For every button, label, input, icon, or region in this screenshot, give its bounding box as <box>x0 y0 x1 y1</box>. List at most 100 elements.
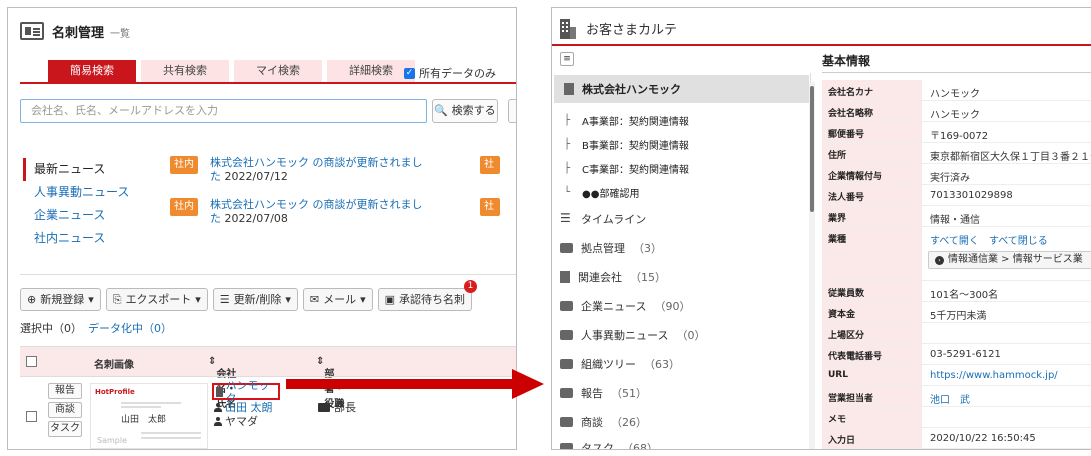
news-category-company[interactable]: 企業ニュース <box>23 204 129 227</box>
news-item: 社内 株式会社ハンモック の商談が更新されまし た 2022/07/08 社内 <box>170 198 500 230</box>
info-row: 代表電話番号 03-5291-6121 <box>822 344 1091 365</box>
news-category-latest[interactable]: 最新ニュース <box>23 158 129 181</box>
tab-my-search[interactable]: マイ検索 <box>234 60 322 82</box>
expand-collapse-links[interactable]: すべて開く すべて閉じる <box>930 232 1048 247</box>
sales-rep-link[interactable]: 池口 武 <box>930 391 970 406</box>
industry-tag[interactable]: › 情報通信業 > 情報サービス業 <box>928 251 1091 269</box>
tab-simple-search[interactable]: 簡易検索 <box>48 60 136 82</box>
new-register-button[interactable]: ⊕ 新規登録 ▾ <box>20 288 101 311</box>
info-row: 入力日 2020/10/22 16:50:45 <box>822 428 1091 449</box>
tree-item-tasks[interactable]: タスク （68） <box>560 440 658 449</box>
card-logo: HotProfile <box>95 388 135 396</box>
pending-cards-button[interactable]: ▣ 承認待ち名刺 <box>377 288 473 311</box>
info-value: 実行済み <box>930 173 970 184</box>
position-text: 部長 <box>334 401 356 414</box>
info-label: 法人番号 <box>822 185 922 205</box>
info-value: 東京都新宿区大久保１丁目３番２１号 <box>930 152 1091 163</box>
card-line <box>121 406 161 408</box>
news-link[interactable]: 株式会社ハンモック の商談が更新されまし <box>210 198 423 211</box>
business-card-icon <box>20 22 44 40</box>
info-row: 従業員数 101名～300名 <box>822 281 1091 302</box>
tree-item-deals[interactable]: 商談 （26） <box>560 414 647 430</box>
search-options-button[interactable] <box>508 99 516 123</box>
info-row: メモ <box>822 407 1091 428</box>
owned-only-checkbox[interactable]: ✓ 所有データのみ <box>404 65 496 81</box>
internal-badge-right: 社内 <box>480 156 500 188</box>
news-link-cont[interactable]: た <box>210 170 221 183</box>
id-badge-icon <box>318 402 330 412</box>
info-row: URL https://www.hammock.jp/ <box>822 365 1091 386</box>
tree-item-affiliates[interactable]: 関連会社 （15） <box>560 269 666 285</box>
tree-item-timeline[interactable]: タイムライン <box>560 211 646 227</box>
select-all-checkbox[interactable] <box>26 356 37 367</box>
digitizing-link[interactable]: データ化中（0） <box>88 322 172 335</box>
tree-item-count: （90） <box>654 300 691 313</box>
tree-item-branches[interactable]: 拠点管理 （3） <box>560 240 662 256</box>
col-dept-title[interactable]: ⇕ 部署・役職 <box>316 356 344 410</box>
row-checkbox[interactable] <box>26 411 37 422</box>
tree-sub-item[interactable]: ├ A事業部：契約関連情報 <box>564 113 689 128</box>
news-link-cont[interactable]: た <box>210 212 221 225</box>
col-company-name[interactable]: ⇕ 会社名・氏名 <box>208 356 236 410</box>
card-person-name: 山田 太郎 <box>121 415 167 425</box>
basic-info-title: 基本情報 <box>822 54 871 68</box>
position-cell: 部長 <box>318 399 356 415</box>
tree-item-count: （26） <box>611 416 647 429</box>
scrollbar-thumb[interactable] <box>810 86 814 212</box>
news-category-internal[interactable]: 社内ニュース <box>23 227 129 250</box>
tree-item-label: 関連会社 <box>578 271 622 284</box>
website-link[interactable]: https://www.hammock.jp/ <box>930 370 1058 381</box>
tree-branch: ├ <box>564 139 571 150</box>
business-card-image[interactable]: HotProfile 山田 太郎 Sample <box>90 383 208 449</box>
tree-item-count: （63） <box>644 358 680 371</box>
tree-item-label: 組織ツリー <box>581 358 636 371</box>
tree-item-company-news[interactable]: 企業ニュース （90） <box>560 298 690 314</box>
org-tree-icon <box>560 359 573 369</box>
caret-down-icon: ▾ <box>195 293 201 306</box>
checkbox-checked-icon: ✓ <box>404 67 415 79</box>
tab-detailed-search[interactable]: 詳細検索 <box>327 60 415 82</box>
pending-count-badge: 1 <box>464 280 477 293</box>
page-subtitle: 一覧 <box>110 28 131 40</box>
tree-sub-item[interactable]: ├ C事業部：契約関連情報 <box>564 161 689 176</box>
tree-sub-item[interactable]: └ ●●部確認用 <box>564 185 639 200</box>
tree-branch: ├ <box>564 115 571 126</box>
company-name-link[interactable]: ハンモック <box>212 379 280 405</box>
info-label: 従業員数 <box>822 281 922 301</box>
export-button[interactable]: ⎘ エクスポート ▾ <box>105 288 208 311</box>
update-delete-button[interactable]: ☰ 更新/削除 ▾ <box>212 288 298 311</box>
info-value: ハンモック <box>930 89 980 100</box>
mail-label: メール <box>323 293 357 306</box>
tree-item-count: （3） <box>633 242 662 255</box>
tree-sub-item[interactable]: ├ B事業部：契約関連情報 <box>564 137 689 152</box>
checkbox-icon <box>560 443 573 449</box>
search-input[interactable]: 会社名、氏名、メールアドレスを入力 <box>20 99 427 123</box>
task-button[interactable]: タスク <box>48 421 82 437</box>
tab-shared-search[interactable]: 共有検索 <box>141 60 229 82</box>
tree-item-count: （15） <box>630 271 666 284</box>
search-button[interactable]: 🔍 検索する <box>432 99 498 123</box>
info-label: 業界 <box>822 206 922 226</box>
tree-branch: └ <box>564 187 571 198</box>
tree-item-org-tree[interactable]: 組織ツリー （63） <box>560 356 680 372</box>
news-item: 社内 株式会社ハンモック の商談が更新されまし た 2022/07/12 社内 <box>170 156 500 188</box>
edit-icon <box>560 388 573 398</box>
mail-button[interactable]: ✉ メール ▾ <box>302 288 373 311</box>
menu-toggle-button[interactable]: ≡ <box>560 52 574 66</box>
tree-root-company[interactable]: 株式会社ハンモック <box>554 75 809 103</box>
news-link[interactable]: 株式会社ハンモック の商談が更新されまし <box>210 156 423 169</box>
tree-item-reports[interactable]: 報告 （51） <box>560 385 647 401</box>
divider <box>20 274 516 275</box>
tree-scrollbar[interactable] <box>809 82 815 449</box>
basic-info-divider <box>822 72 1091 73</box>
deal-button[interactable]: 商談 <box>48 402 82 418</box>
tree-sub-label: C事業部：契約関連情報 <box>582 165 689 176</box>
info-row: 会社名カナ ハンモック <box>822 80 1091 101</box>
info-value: 5千万円未満 <box>930 311 987 322</box>
news-category-personnel[interactable]: 人事異動ニュース <box>23 181 129 204</box>
tree-item-label: 商談 <box>581 416 603 429</box>
tree-item-personnel-news[interactable]: 人事異動ニュース （0） <box>560 327 705 343</box>
info-value: 〒169-0072 <box>930 131 989 142</box>
report-button[interactable]: 報告 <box>48 383 82 399</box>
page-title: 名刺管理 <box>52 25 105 41</box>
